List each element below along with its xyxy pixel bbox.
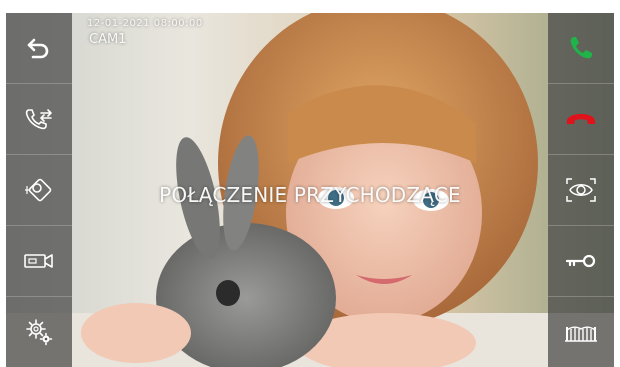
- left-control-panel: [6, 13, 72, 367]
- eye-icon: [566, 178, 596, 202]
- settings-button[interactable]: [6, 297, 72, 367]
- camera-monitor-icon: [25, 178, 52, 202]
- unlock-door-button[interactable]: [548, 226, 614, 297]
- phone-answer-icon: [570, 37, 592, 59]
- video-camera-icon: [24, 254, 53, 268]
- call-transfer-icon: [25, 109, 52, 130]
- video-record-button[interactable]: [6, 226, 72, 297]
- hang-up-button[interactable]: [548, 84, 614, 155]
- gate-icon: [565, 326, 597, 342]
- back-arrow-icon: [27, 38, 49, 59]
- incoming-call-label: POŁĄCZENIE PRZYCHODZĄCE: [159, 183, 461, 207]
- intercom-screen: 12-01-2021 08:00:00 CAM1 POŁĄCZENIE PRZY…: [6, 13, 614, 367]
- key-icon: [565, 254, 596, 268]
- settings-gears-icon: [26, 319, 53, 346]
- timestamp: 12-01-2021 08:00:00: [87, 18, 203, 29]
- right-control-panel: [548, 13, 614, 367]
- back-button[interactable]: [6, 13, 72, 84]
- open-gate-button[interactable]: [548, 297, 614, 367]
- transfer-call-button[interactable]: [6, 84, 72, 155]
- answer-call-button[interactable]: [548, 13, 614, 84]
- camera-monitor-button[interactable]: [6, 155, 72, 226]
- camera-name: CAM1: [89, 32, 127, 47]
- preview-button[interactable]: [548, 155, 614, 226]
- phone-hangup-icon: [567, 114, 595, 124]
